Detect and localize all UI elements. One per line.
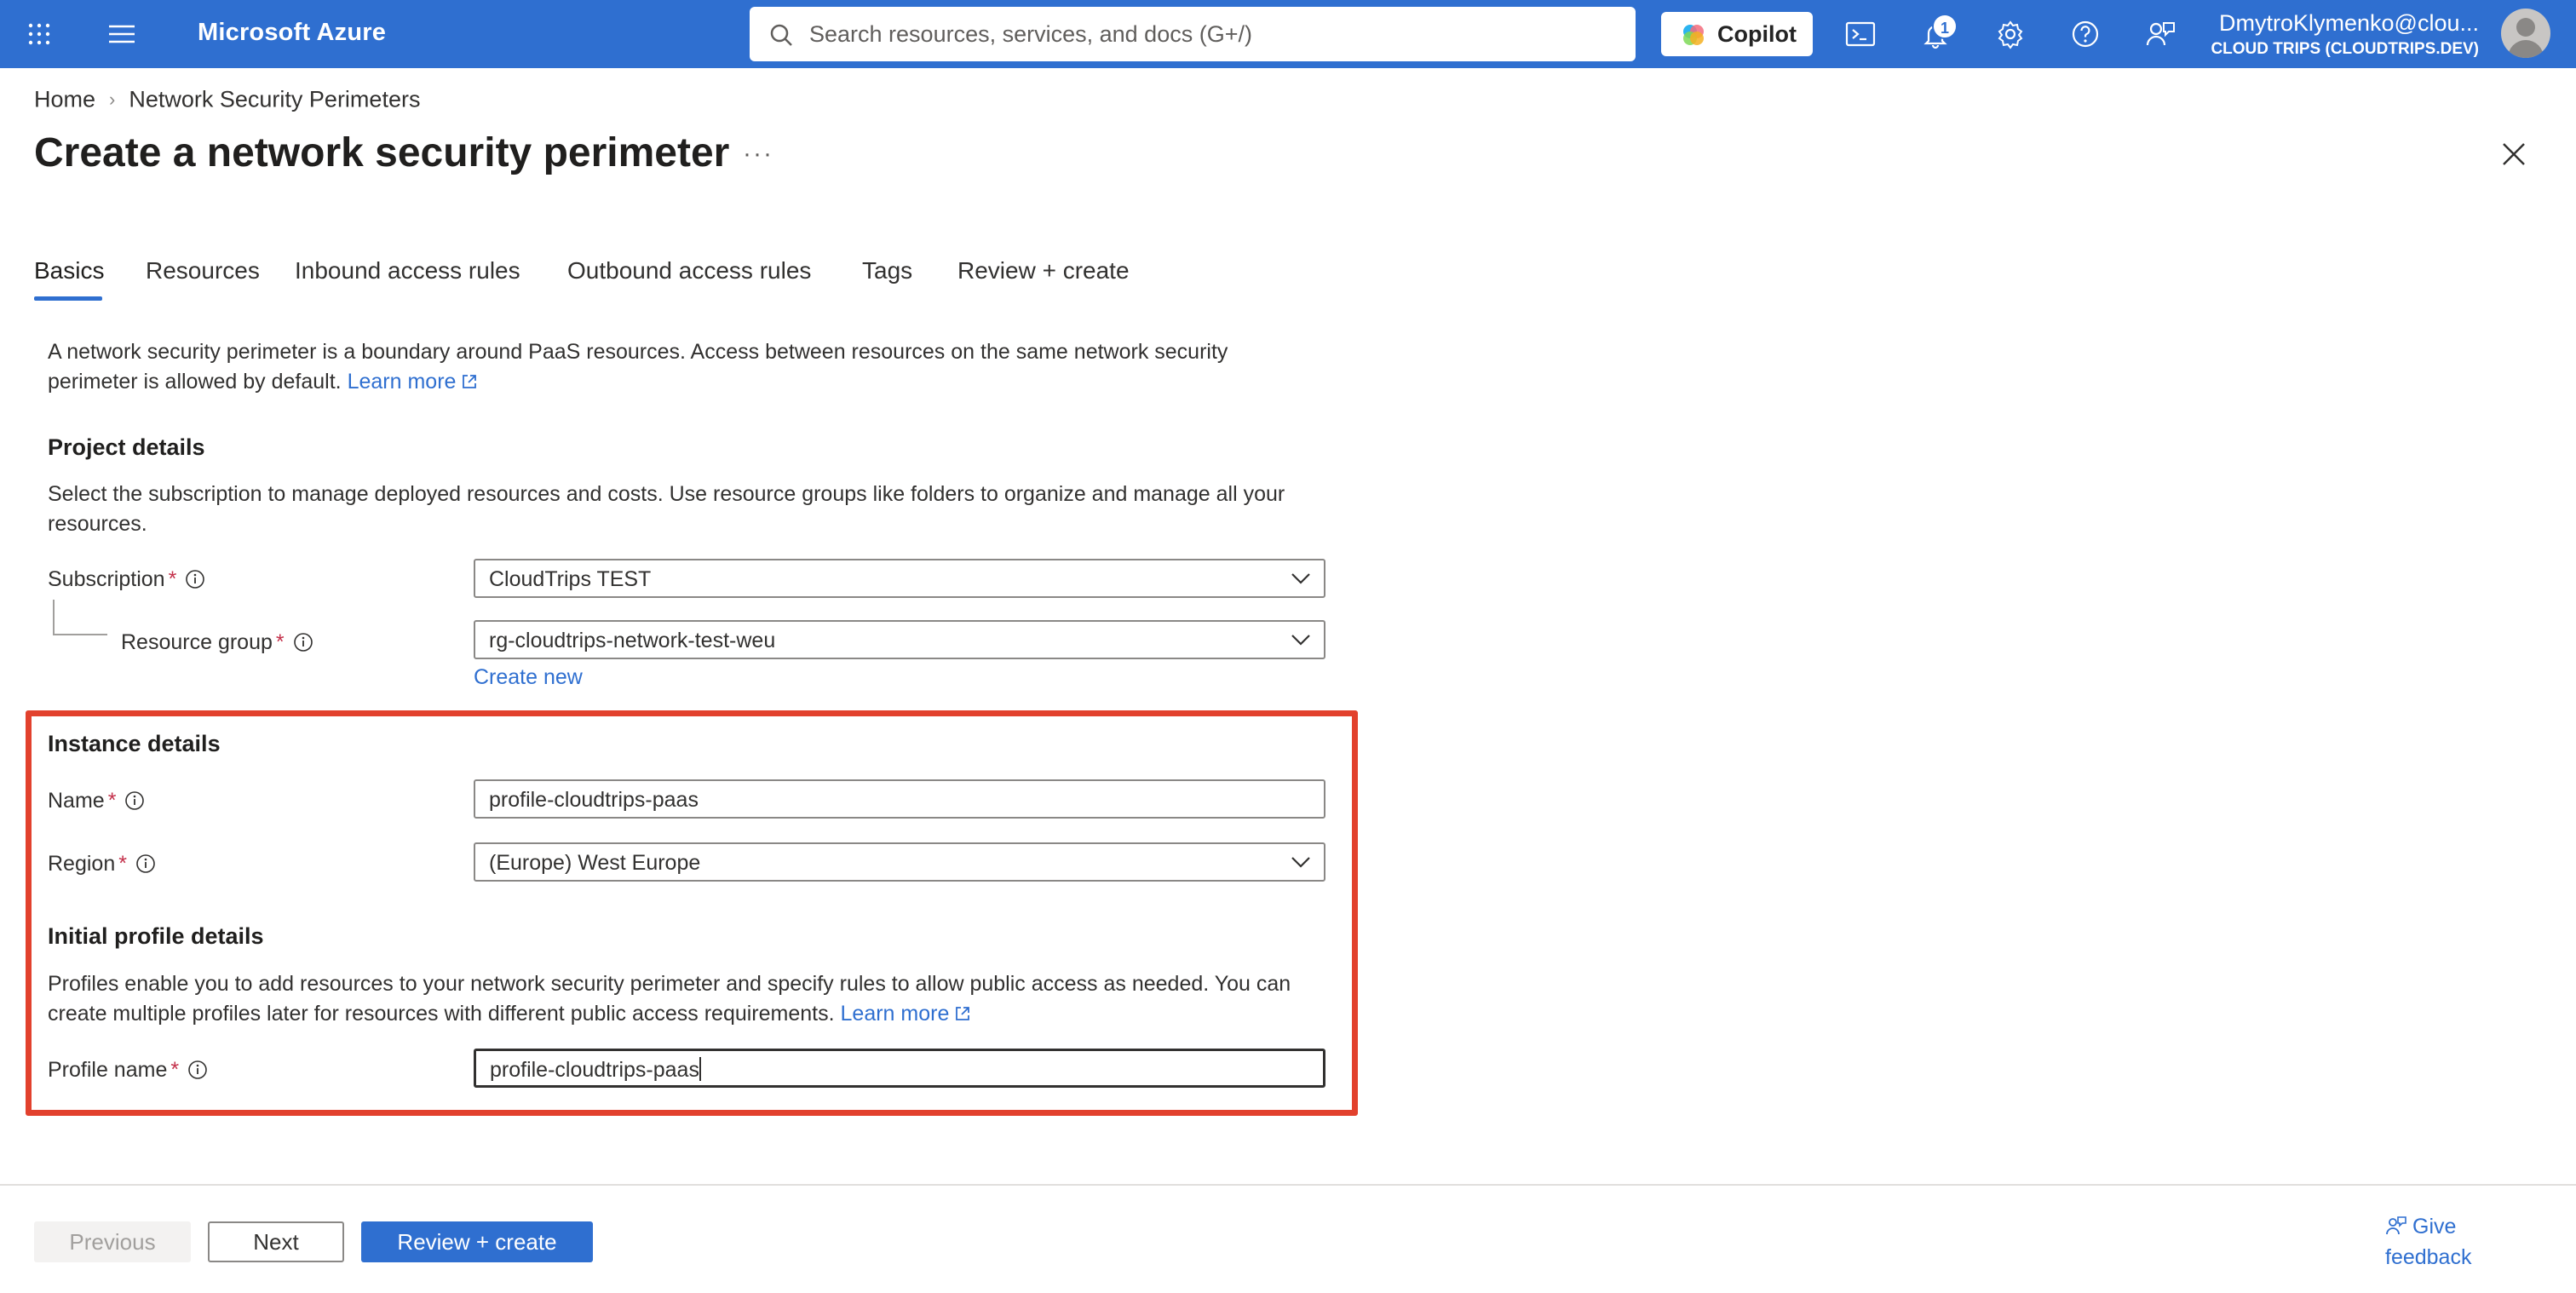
name-value: profile-cloudtrips-paas (489, 788, 699, 812)
breadcrumb-current[interactable]: Network Security Perimeters (129, 86, 420, 112)
tab-review-create[interactable]: Review + create (957, 257, 1130, 284)
hamburger-menu-icon[interactable] (107, 22, 136, 46)
info-icon[interactable] (185, 569, 205, 589)
avatar-icon[interactable] (2501, 9, 2550, 58)
profile-details-heading: Initial profile details (48, 923, 264, 949)
project-desc-line-2: resources. (48, 512, 147, 536)
waffle-icon[interactable] (26, 20, 53, 48)
resource-group-label: Resource group * (121, 630, 313, 655)
profile-details-description: Profiles enable you to add resources to … (48, 969, 1351, 1029)
info-icon[interactable] (135, 853, 156, 874)
page-title: Create a network security perimeter (34, 130, 730, 175)
external-link-icon (956, 1007, 970, 1020)
region-value: (Europe) West Europe (489, 851, 701, 875)
breadcrumb-separator-icon: › (109, 88, 116, 110)
info-icon[interactable] (187, 1060, 208, 1080)
project-details-heading: Project details (48, 434, 205, 460)
subscription-label: Subscription * (48, 567, 205, 592)
resource-group-dropdown[interactable]: rg-cloudtrips-network-test-weu (474, 620, 1325, 659)
breadcrumb: Home › Network Security Perimeters (34, 85, 420, 112)
instance-details-heading: Instance details (48, 731, 221, 756)
chevron-down-icon (1291, 857, 1310, 868)
footer-divider (0, 1184, 2576, 1186)
tab-tags[interactable]: Tags (862, 257, 912, 284)
help-icon[interactable] (2068, 17, 2102, 51)
intro-text: A network security perimeter is a bounda… (48, 337, 1360, 397)
gear-icon[interactable] (1993, 17, 2027, 51)
user-name: DmytroKlymenko@clou... (2219, 10, 2479, 36)
tab-inbound-access-rules[interactable]: Inbound access rules (295, 257, 520, 284)
region-dropdown[interactable]: (Europe) West Europe (474, 842, 1325, 882)
feedback-line-2: feedback (2385, 1245, 2472, 1269)
user-tenant: CLOUD TRIPS (CLOUDTRIPS.DEV) (2211, 40, 2479, 58)
search-input[interactable] (809, 17, 1610, 51)
give-feedback-link[interactable]: Give feedback (2385, 1211, 2471, 1273)
tree-connector (53, 600, 107, 635)
text-caret (699, 1057, 701, 1081)
external-link-icon (463, 375, 477, 388)
profile-name-input[interactable]: profile-cloudtrips-paas (474, 1049, 1325, 1088)
profile-desc-line-1: Profiles enable you to add resources to … (48, 972, 1291, 996)
notification-badge: 1 (1932, 14, 1958, 39)
breadcrumb-home[interactable]: Home (34, 86, 95, 112)
brand-title[interactable]: Microsoft Azure (198, 19, 386, 47)
info-icon[interactable] (293, 632, 313, 652)
active-tab-indicator (34, 296, 102, 301)
create-new-link[interactable]: Create new (474, 663, 583, 692)
region-label: Region * (48, 852, 156, 876)
review-create-button[interactable]: Review + create (361, 1221, 593, 1262)
info-icon[interactable] (124, 790, 145, 811)
copilot-button[interactable]: Copilot (1661, 12, 1813, 56)
intro-line-2: perimeter is allowed by default. (48, 370, 342, 394)
tab-basics[interactable]: Basics (34, 257, 104, 284)
resource-group-value: rg-cloudtrips-network-test-weu (489, 629, 776, 652)
copilot-label: Copilot (1717, 21, 1797, 47)
tab-resources[interactable]: Resources (146, 257, 260, 284)
previous-button[interactable]: Previous (34, 1221, 191, 1262)
top-bar: Microsoft Azure Copilot 1 (0, 0, 2576, 68)
subscription-dropdown[interactable]: CloudTrips TEST (474, 559, 1325, 598)
tab-outbound-access-rules[interactable]: Outbound access rules (567, 257, 811, 284)
chevron-down-icon (1291, 573, 1310, 584)
close-icon[interactable] (2499, 140, 2528, 169)
name-input[interactable]: profile-cloudtrips-paas (474, 779, 1325, 819)
profile-name-field: profile-cloudtrips-paas (490, 1057, 701, 1082)
intro-line-1: A network security perimeter is a bounda… (48, 340, 1228, 364)
intro-learn-more-link[interactable]: Learn more (348, 370, 479, 394)
cloud-shell-icon[interactable] (1843, 17, 1877, 51)
subscription-value: CloudTrips TEST (489, 567, 652, 591)
profile-desc-line-2: create multiple profiles later for resou… (48, 1002, 835, 1026)
profile-learn-more-link[interactable]: Learn more (841, 1002, 972, 1026)
chevron-down-icon (1291, 635, 1310, 646)
project-desc-line-1: Select the subscription to manage deploy… (48, 482, 1285, 506)
search-icon (770, 24, 792, 46)
profile-name-label: Profile name * (48, 1058, 208, 1083)
next-button[interactable]: Next (208, 1221, 344, 1262)
feedback-icon[interactable] (2143, 17, 2177, 51)
name-label: Name * (48, 789, 145, 813)
project-details-description: Select the subscription to manage deploy… (48, 480, 1360, 539)
account-menu[interactable]: DmytroKlymenko@clou... CLOUD TRIPS (CLOU… (2211, 10, 2479, 59)
feedback-icon (2386, 1216, 2406, 1235)
feedback-line-1: Give (2412, 1215, 2457, 1238)
more-options-icon[interactable]: ··· (743, 140, 773, 169)
copilot-icon (1683, 25, 1704, 45)
global-search[interactable] (750, 7, 1636, 61)
